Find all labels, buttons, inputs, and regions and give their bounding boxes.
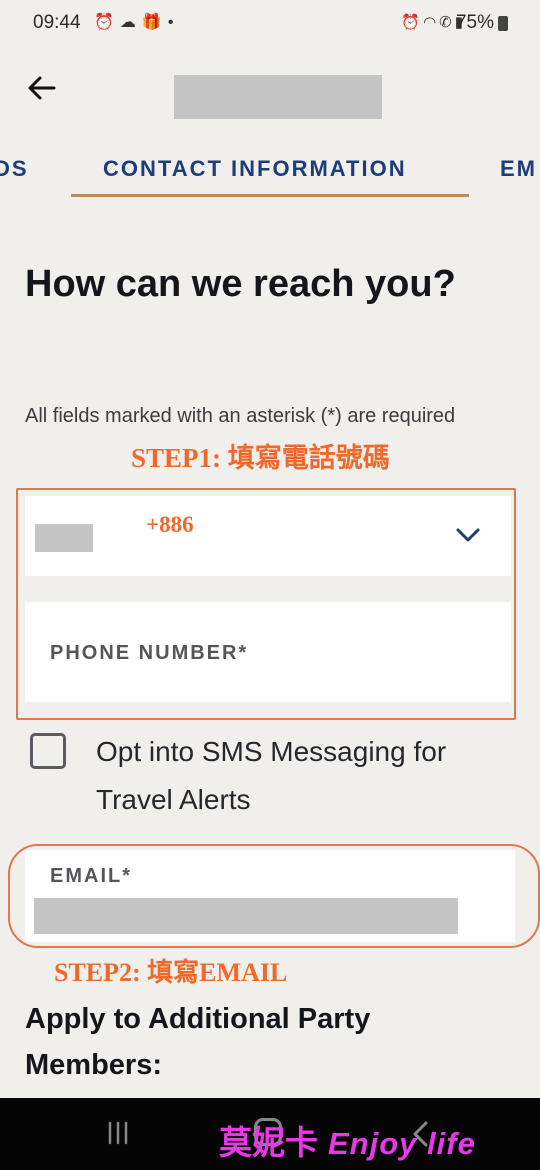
step1-annotation: STEP1: 填寫電話號碼 xyxy=(131,443,390,473)
step2-annotation: STEP2: 填寫EMAIL xyxy=(54,958,288,987)
cloud-icon: ☁ xyxy=(119,14,142,31)
tab-next[interactable]: EM xyxy=(500,156,537,182)
tab-bar: DS CONTACT INFORMATION EM xyxy=(0,148,540,200)
phone-number-label: PHONE NUMBER* xyxy=(50,642,249,664)
email-field[interactable]: EMAIL* xyxy=(25,850,515,942)
page-title: How can we reach you? xyxy=(25,263,456,305)
wifi-icon: ◠ xyxy=(423,14,440,31)
email-value-redacted xyxy=(34,898,458,934)
required-fields-note: All fields marked with an asterisk (*) a… xyxy=(25,405,456,427)
chevron-down-icon xyxy=(456,528,480,542)
active-tab-indicator xyxy=(71,194,469,197)
dot-icon: • xyxy=(167,14,180,31)
tab-previous[interactable]: DS xyxy=(0,156,29,182)
recents-icon[interactable] xyxy=(106,1120,130,1146)
wifi-call-icon: ✆ xyxy=(439,14,455,31)
battery-icon xyxy=(498,16,508,31)
country-code-annotation: +886 xyxy=(146,512,194,537)
alarm-icon: ⏰ xyxy=(401,14,424,31)
page-title-redacted xyxy=(174,75,382,119)
phone-number-field[interactable]: PHONE NUMBER* xyxy=(25,602,511,702)
watermark-en: Enjoy life xyxy=(328,1126,476,1161)
battery-level: 75% xyxy=(455,12,494,33)
status-notification-icons: ⏰☁🎁• xyxy=(94,12,179,32)
watermark: 莫妮卡 Enjoy life xyxy=(219,1116,476,1164)
watermark-cn: 莫妮卡 xyxy=(219,1126,318,1162)
sms-opt-in-label[interactable]: Opt into SMS Messaging for Travel Alerts xyxy=(96,728,526,824)
tab-contact-information[interactable]: CONTACT INFORMATION xyxy=(103,156,407,182)
back-button[interactable] xyxy=(24,70,60,106)
arrow-left-icon xyxy=(28,76,56,100)
alarm-icon: ⏰ xyxy=(94,14,120,31)
sms-opt-in-checkbox[interactable] xyxy=(30,733,66,769)
additional-party-heading: Apply to Additional Party Members: xyxy=(25,1003,371,1081)
status-bar: 09:44 ⏰☁🎁• ⏰◠✆▮ 75% xyxy=(0,0,540,48)
email-label: EMAIL* xyxy=(50,865,132,887)
gift-icon: 🎁 xyxy=(141,14,168,31)
country-code-select[interactable]: +886 xyxy=(25,496,511,576)
status-time: 09:44 xyxy=(33,12,81,33)
country-flag-redacted xyxy=(35,524,93,552)
header xyxy=(0,60,540,120)
system-nav-bar: 莫妮卡 Enjoy life xyxy=(0,1098,540,1170)
